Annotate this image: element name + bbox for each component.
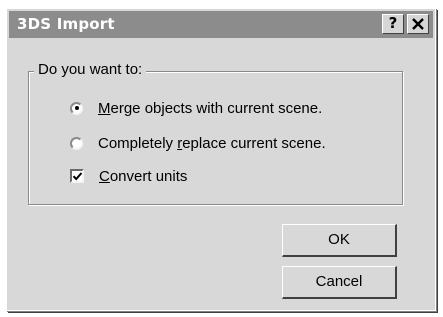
radio-selected-dot <box>74 106 79 110</box>
replace-option-label: Completely replace current scene. <box>98 135 326 152</box>
checkmark-icon <box>72 172 83 181</box>
close-icon <box>412 18 424 30</box>
replace-scene-option[interactable]: Completely replace current scene. <box>70 133 326 153</box>
help-button[interactable]: ? <box>382 14 404 34</box>
dialog-title: 3DS Import <box>17 15 115 33</box>
group-legend: Do you want to: <box>34 61 147 78</box>
merge-option-label: Merge objects with current scene. <box>98 100 322 117</box>
merge-access-key: M <box>98 99 111 117</box>
convert-label-rest: onvert units <box>109 167 188 185</box>
convert-units-option[interactable]: Convert units <box>70 166 187 186</box>
cancel-button[interactable]: Cancel <box>282 266 397 299</box>
replace-label-rest: eplace current scene. <box>182 134 326 152</box>
replace-radio[interactable] <box>70 136 83 150</box>
convert-option-label: Convert units <box>99 168 187 185</box>
convert-access-key: C <box>99 167 110 185</box>
convert-units-checkbox[interactable] <box>70 169 84 183</box>
merge-label-rest: erge objects with current scene. <box>110 99 323 117</box>
merge-radio[interactable] <box>70 101 83 115</box>
close-button[interactable] <box>407 14 429 34</box>
ok-button[interactable]: OK <box>282 224 397 257</box>
merge-objects-option[interactable]: Merge objects with current scene. <box>70 98 322 118</box>
title-bar[interactable]: 3DS Import ? <box>9 11 433 38</box>
replace-label-start: Completely <box>98 134 178 152</box>
